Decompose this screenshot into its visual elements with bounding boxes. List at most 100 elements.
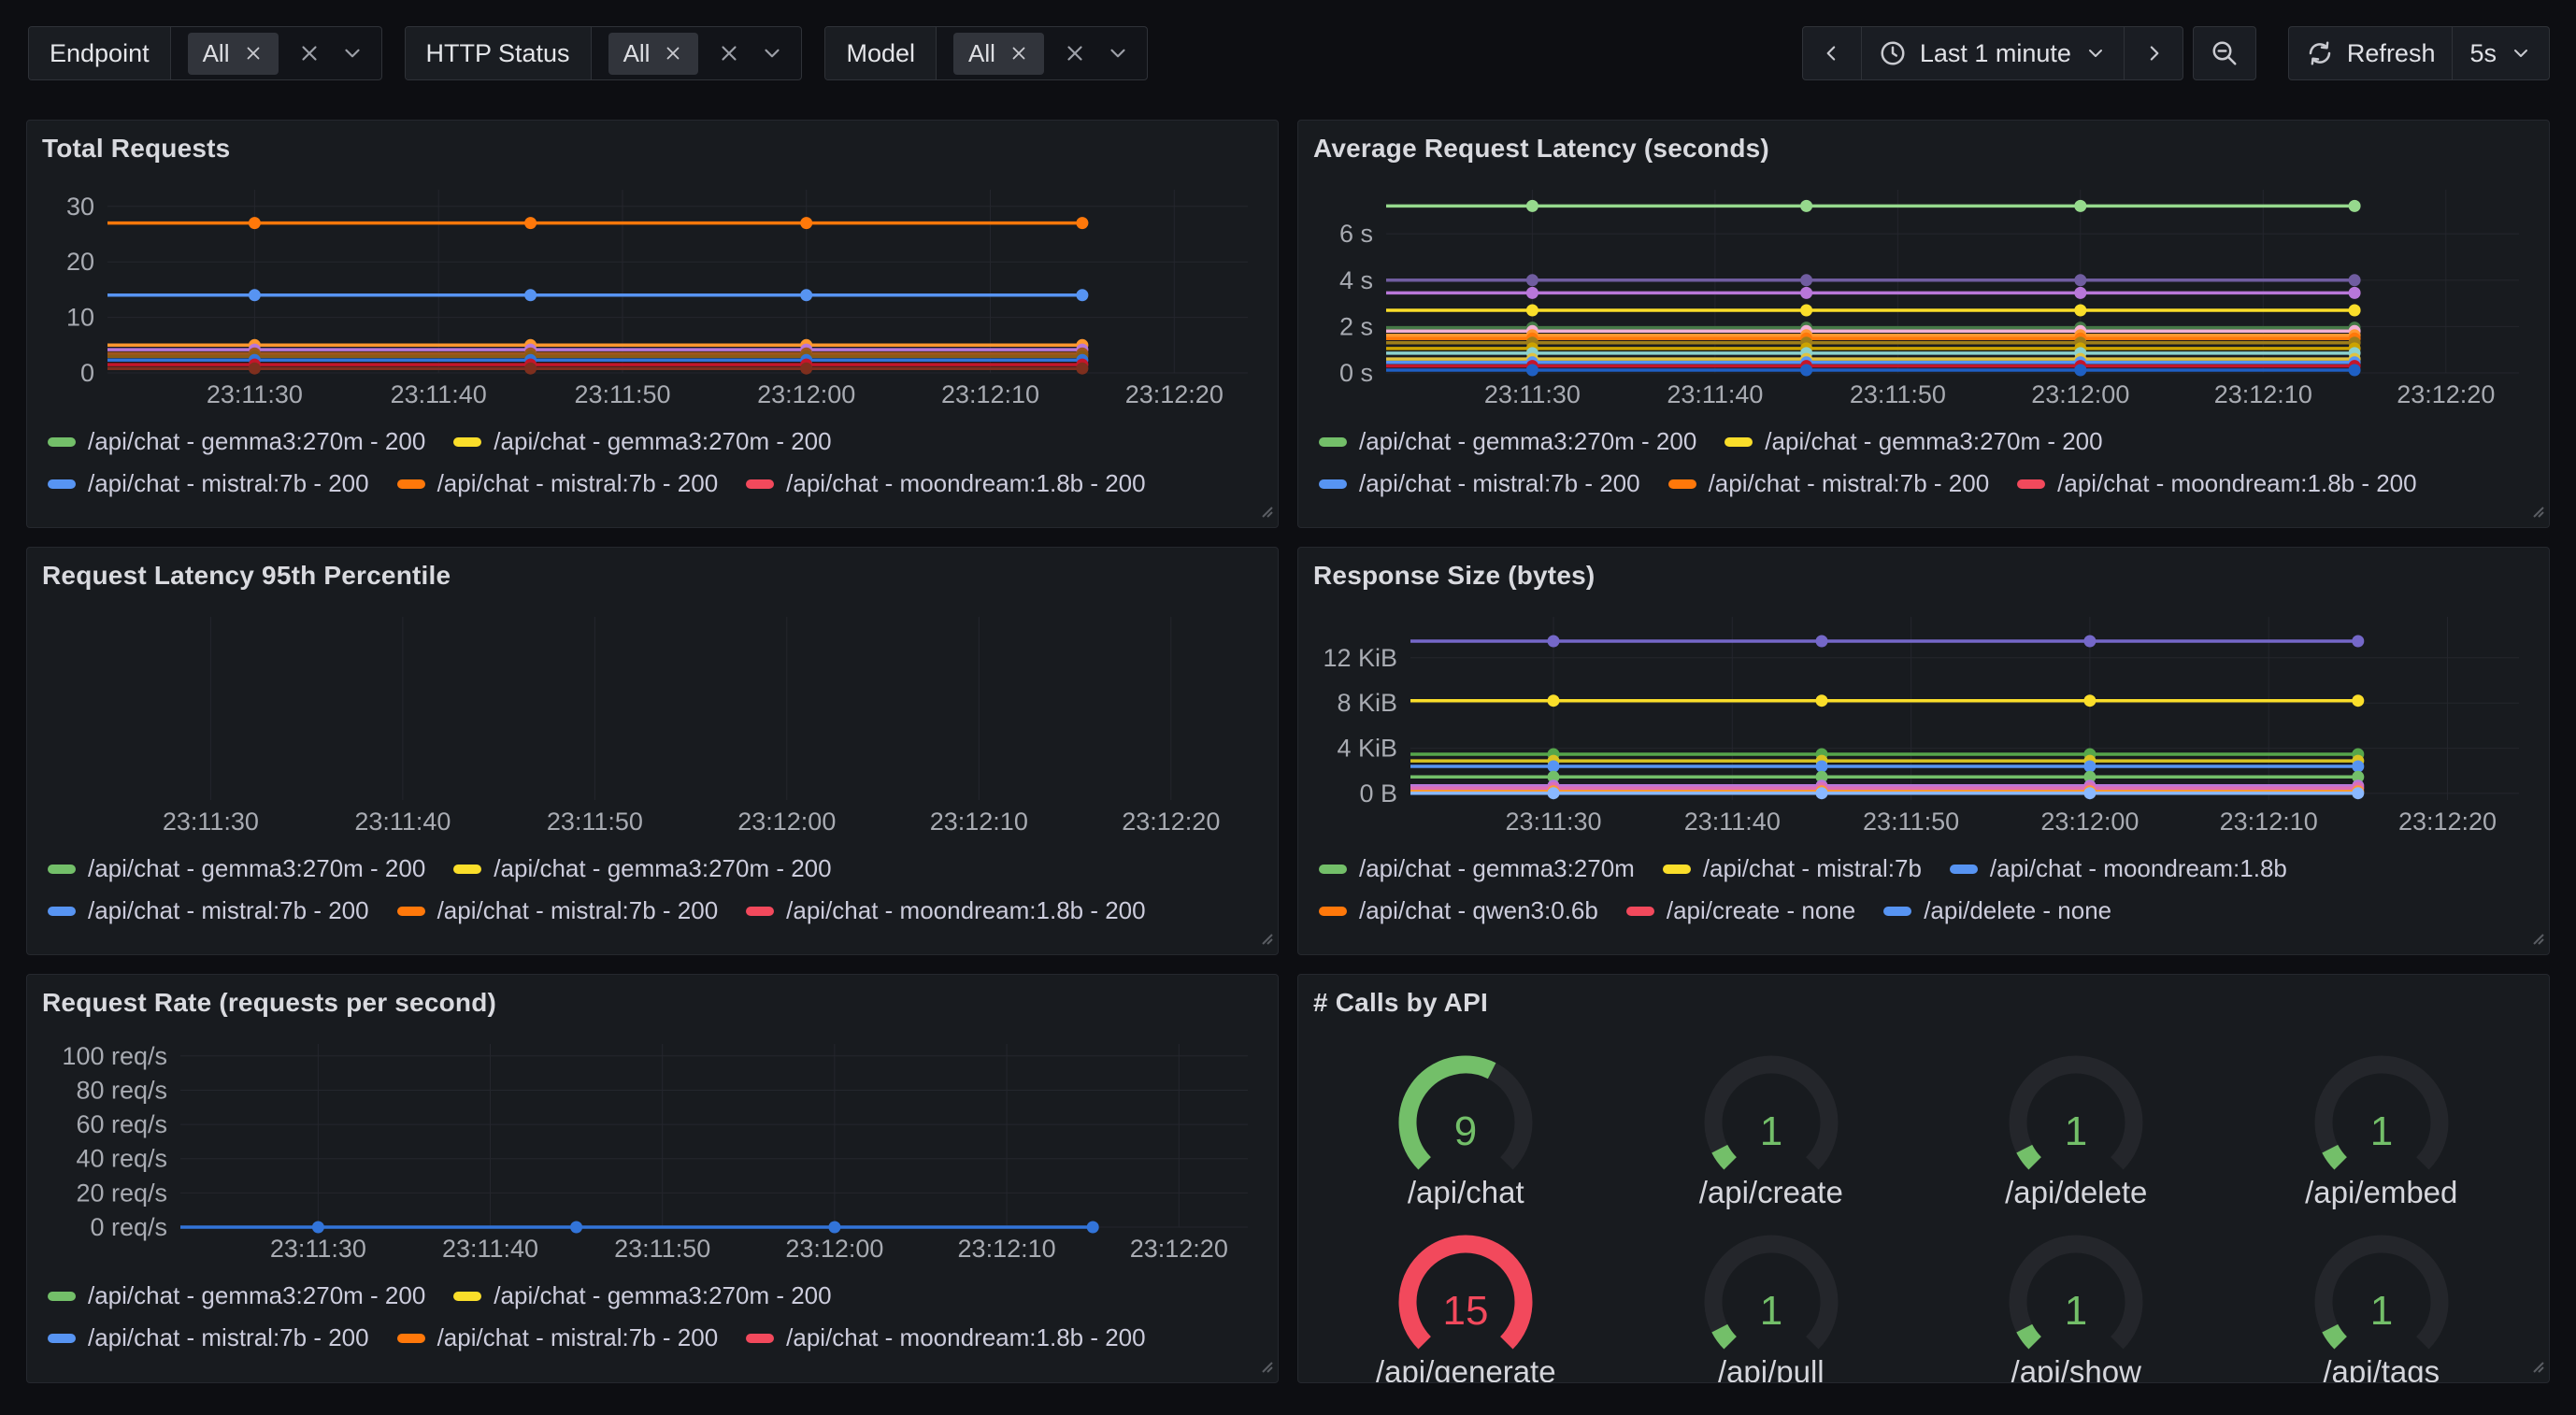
legend-item[interactable]: /api/chat - gemma3:270m - 200: [48, 854, 425, 883]
legend-swatch: [746, 1334, 774, 1343]
panel-request-rate: Request Rate (requests per second) 23:11…: [26, 974, 1279, 1383]
panel-resize-handle-icon[interactable]: [2529, 1358, 2544, 1378]
legend-item[interactable]: /api/chat - gemma3:270m - 200: [1724, 427, 2102, 456]
panel-resize-handle-icon[interactable]: [1258, 503, 1273, 522]
chevron-down-icon[interactable]: [760, 41, 784, 65]
filter-endpoint-label: Endpoint: [29, 27, 171, 79]
legend-item[interactable]: /api/chat - moondream:1.8b: [1950, 854, 2287, 883]
chart-legend: /api/chat - gemma3:270m - 200/api/chat -…: [42, 854, 1263, 925]
legend-item[interactable]: /api/chat - gemma3:270m - 200: [453, 1281, 831, 1310]
panel-title[interactable]: Average Request Latency (seconds): [1313, 134, 2534, 164]
svg-text:23:11:40: 23:11:40: [442, 1235, 538, 1263]
chevron-down-icon[interactable]: [340, 41, 365, 65]
request-rate-chart[interactable]: 23:11:3023:11:4023:11:5023:12:0023:12:10…: [42, 1033, 1263, 1268]
legend-item[interactable]: /api/chat - mistral:7b - 200: [1668, 469, 1990, 498]
panel-response-size: Response Size (bytes) 23:11:3023:11:4023…: [1297, 547, 2550, 955]
time-picker-button[interactable]: Last 1 minute: [1861, 27, 2124, 79]
legend-item[interactable]: /api/chat - mistral:7b - 200: [1319, 469, 1640, 498]
legend-swatch: [48, 1334, 76, 1343]
legend-label: /api/chat - qwen3:0.6b: [1359, 896, 1598, 925]
filter-model-value[interactable]: All: [937, 27, 1147, 79]
panel-resize-handle-icon[interactable]: [1258, 930, 1273, 950]
legend-item[interactable]: /api/chat - qwen3:0.6b: [1319, 896, 1598, 925]
panel-resize-handle-icon[interactable]: [2529, 503, 2544, 522]
variable-filters-bar: Endpoint All HTTP Status All Model All: [28, 26, 1148, 80]
gauge-label: /api/embed: [2305, 1175, 2457, 1210]
filter-endpoint-chip[interactable]: All: [188, 33, 279, 75]
chart-legend: /api/chat - gemma3:270m - 200/api/chat -…: [42, 427, 1263, 498]
svg-text:15: 15: [1443, 1288, 1489, 1334]
legend-item[interactable]: /api/chat - mistral:7b - 200: [48, 469, 369, 498]
legend-item[interactable]: /api/chat - gemma3:270m: [1319, 854, 1635, 883]
legend-item[interactable]: /api/chat - mistral:7b - 200: [397, 1323, 719, 1352]
close-icon[interactable]: [1009, 43, 1029, 64]
filter-model-chip[interactable]: All: [953, 33, 1044, 75]
panel-request-latency-p95: Request Latency 95th Percentile 23:11:30…: [26, 547, 1279, 955]
time-shift-forward-button[interactable]: [2124, 27, 2182, 79]
legend-item[interactable]: /api/chat - gemma3:270m - 200: [453, 427, 831, 456]
legend-item[interactable]: /api/chat - mistral:7b - 200: [397, 469, 719, 498]
panel-title[interactable]: Total Requests: [42, 134, 1263, 164]
legend-label: /api/create - none: [1667, 896, 1855, 925]
legend-item[interactable]: /api/chat - mistral:7b: [1663, 854, 1922, 883]
filter-http-status-value[interactable]: All: [592, 27, 802, 79]
svg-text:23:12:20: 23:12:20: [2397, 380, 2495, 408]
clear-selection-icon[interactable]: [717, 41, 741, 65]
svg-text:23:11:50: 23:11:50: [1850, 380, 1946, 408]
zoom-out-time-button[interactable]: [2194, 27, 2255, 79]
legend-item[interactable]: /api/chat - gemma3:270m - 200: [48, 427, 425, 456]
svg-text:4 KiB: 4 KiB: [1337, 735, 1397, 763]
panel-resize-handle-icon[interactable]: [2529, 930, 2544, 950]
legend-label: /api/chat - mistral:7b - 200: [1709, 469, 1990, 498]
legend-item[interactable]: /api/chat - mistral:7b - 200: [48, 1323, 369, 1352]
legend-swatch: [1724, 437, 1753, 447]
average-request-latency-chart[interactable]: 23:11:3023:11:4023:11:5023:12:0023:12:10…: [1313, 179, 2534, 414]
total-requests-chart[interactable]: 23:11:3023:11:4023:11:5023:12:0023:12:10…: [42, 179, 1263, 414]
legend-item[interactable]: /api/chat - gemma3:270m - 200: [453, 854, 831, 883]
legend-row: /api/chat - gemma3:270m - 200/api/chat -…: [48, 1281, 1263, 1310]
gauge-arc: 9: [1383, 1046, 1548, 1175]
panel-title[interactable]: Request Latency 95th Percentile: [42, 561, 1263, 591]
clear-selection-icon[interactable]: [297, 41, 322, 65]
svg-text:6 s: 6 s: [1339, 220, 1373, 248]
filter-http-status-chip[interactable]: All: [608, 33, 699, 75]
legend-item[interactable]: /api/chat - moondream:1.8b - 200: [2017, 469, 2416, 498]
panel-title[interactable]: Response Size (bytes): [1313, 561, 2534, 591]
legend-item[interactable]: /api/chat - moondream:1.8b - 200: [746, 1323, 1145, 1352]
filter-endpoint-value[interactable]: All: [171, 27, 381, 79]
panel-average-request-latency: Average Request Latency (seconds) 23:11:…: [1297, 120, 2550, 528]
svg-text:1: 1: [2065, 1108, 2087, 1154]
gauge-arc: 1: [2299, 1225, 2464, 1354]
close-icon[interactable]: [663, 43, 683, 64]
legend-item[interactable]: /api/chat - moondream:1.8b - 200: [746, 469, 1145, 498]
legend-label: /api/chat - moondream:1.8b: [1990, 854, 2287, 883]
legend-item[interactable]: /api/create - none: [1626, 896, 1855, 925]
response-size-chart[interactable]: 23:11:3023:11:4023:11:5023:12:0023:12:10…: [1313, 606, 2534, 841]
legend-item[interactable]: /api/chat - moondream:1.8b - 200: [746, 896, 1145, 925]
close-icon[interactable]: [243, 43, 264, 64]
legend-swatch: [48, 437, 76, 447]
legend-item[interactable]: /api/delete - none: [1883, 896, 2111, 925]
legend-row: /api/chat - qwen3:0.6b/api/create - none…: [1319, 896, 2534, 925]
legend-swatch: [397, 1334, 425, 1343]
chevron-down-icon[interactable]: [1106, 41, 1130, 65]
svg-text:20: 20: [66, 248, 94, 276]
legend-item[interactable]: /api/chat - mistral:7b - 200: [48, 896, 369, 925]
time-shift-back-button[interactable]: [1803, 27, 1861, 79]
legend-item[interactable]: /api/chat - gemma3:270m - 200: [48, 1281, 425, 1310]
legend-item[interactable]: /api/chat - mistral:7b - 200: [397, 896, 719, 925]
legend-label: /api/chat - gemma3:270m - 200: [494, 1281, 831, 1310]
refresh-interval-button[interactable]: 5s: [2452, 27, 2549, 79]
legend-row: /api/chat - mistral:7b - 200/api/chat - …: [48, 469, 1263, 498]
panel-title[interactable]: Request Rate (requests per second): [42, 988, 1263, 1018]
svg-text:23:11:40: 23:11:40: [1667, 380, 1763, 408]
legend-label: /api/chat - moondream:1.8b - 200: [786, 896, 1145, 925]
gauge-api-chat: 9 /api/chat: [1313, 1031, 1619, 1210]
legend-item[interactable]: /api/chat - gemma3:270m - 200: [1319, 427, 1696, 456]
refresh-button[interactable]: Refresh: [2289, 27, 2453, 79]
panel-resize-handle-icon[interactable]: [1258, 1358, 1273, 1378]
panel-title[interactable]: # Calls by API: [1313, 988, 2534, 1018]
svg-text:23:12:00: 23:12:00: [2040, 808, 2139, 836]
request-latency-p95-chart[interactable]: 23:11:3023:11:4023:11:5023:12:0023:12:10…: [42, 606, 1263, 841]
clear-selection-icon[interactable]: [1063, 41, 1087, 65]
